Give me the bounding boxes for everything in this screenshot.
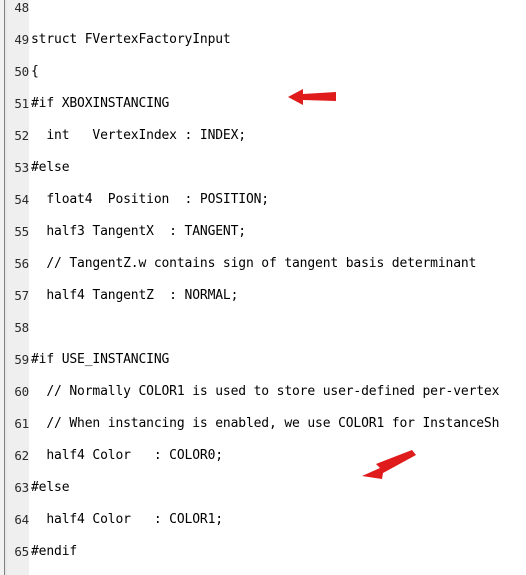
code-line[interactable]: 61 // When instancing is enabled, we use… [0,416,526,432]
line-text: #if USE_INSTANCING [31,352,170,367]
line-text: #endif [31,544,78,559]
code-line[interactable]: 58 [0,320,526,336]
line-text: half4 Color : COLOR0; [31,448,223,463]
code-line[interactable]: 63 #else [0,480,526,496]
line-text: // TangentZ.w contains sign of tangent b… [31,256,477,271]
code-line[interactable]: 54 float4 Position : POSITION; [0,192,526,208]
code-line[interactable]: 48 [0,0,526,16]
code-line[interactable]: 57 half4 TangentZ : NORMAL; [0,288,526,304]
code-line[interactable]: 65 #endif [0,544,526,560]
code-text-area[interactable]: 48 49 struct FVertexFactoryInput 50{ 51 #if X… [0,0,526,575]
code-editor[interactable]: 48 49 struct FVertexFactoryInput 50{ 51 #if X… [0,0,526,575]
line-text: #else [31,480,70,495]
line-text: float4 Position : POSITION; [31,192,269,207]
line-text: #else [31,160,70,175]
line-text: { [31,64,39,79]
line-text: int VertexIndex : INDEX; [31,128,246,143]
editor-left-divider-shadow [5,0,7,575]
line-text: half4 TangentZ : NORMAL; [31,288,239,303]
code-line[interactable]: 62 half4 Color : COLOR0; [0,448,526,464]
code-line[interactable]: 49 struct FVertexFactoryInput [0,32,526,48]
line-text: struct FVertexFactoryInput [31,32,231,47]
line-text: // Normally COLOR1 is used to store user… [31,384,500,399]
code-line[interactable]: 64 half4 Color : COLOR1; [0,512,526,528]
code-line[interactable]: 60 // Normally COLOR1 is used to store u… [0,384,526,400]
line-text: half4 Color : COLOR1; [31,512,223,527]
line-text: half3 TangentX : TANGENT; [31,224,246,239]
code-line[interactable]: 51 #if XBOXINSTANCING [0,96,526,112]
line-text: // When instancing is enabled, we use CO… [31,416,500,431]
code-line[interactable]: 50{ [0,64,526,80]
line-text: #if XBOXINSTANCING [31,96,170,111]
code-line[interactable]: 55 half3 TangentX : TANGENT; [0,224,526,240]
code-line[interactable]: 53 #else [0,160,526,176]
code-line[interactable]: 52 int VertexIndex : INDEX; [0,128,526,144]
code-line[interactable]: 59 #if USE_INSTANCING [0,352,526,368]
code-line[interactable]: 56 // TangentZ.w contains sign of tangen… [0,256,526,272]
